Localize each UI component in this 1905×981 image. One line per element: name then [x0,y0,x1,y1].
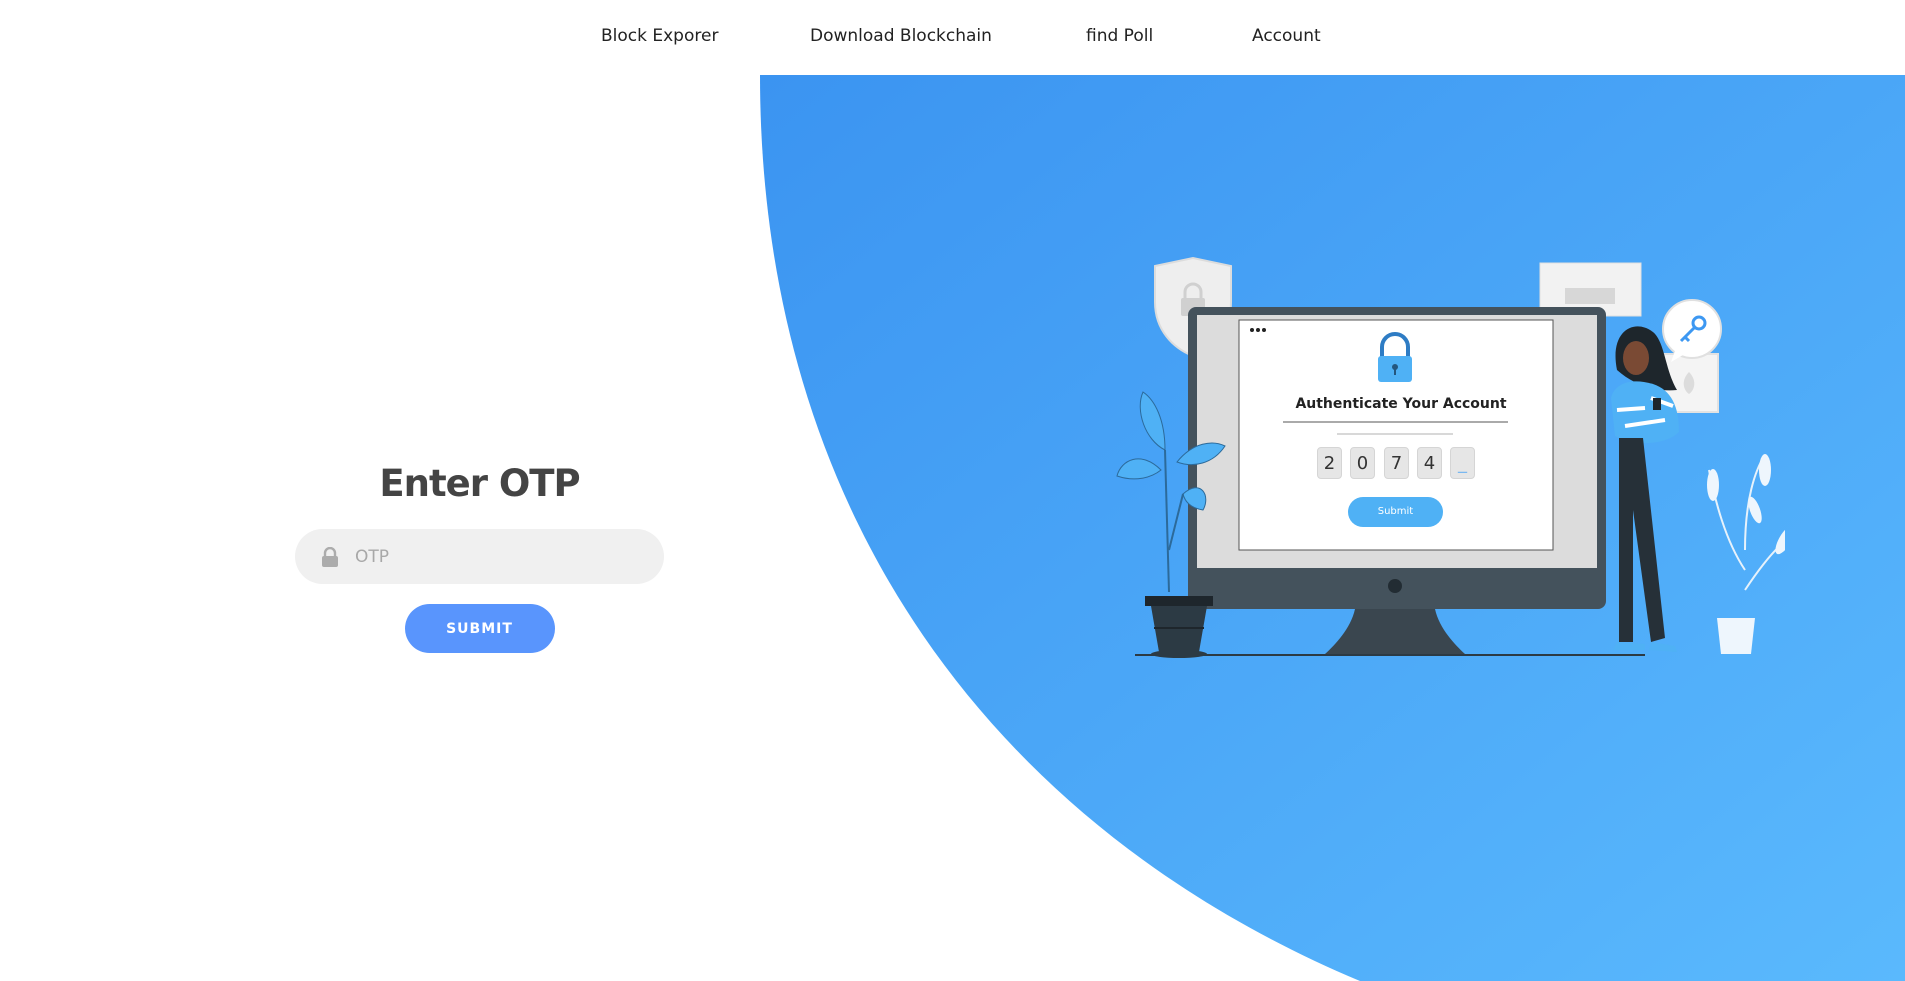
otp-form: Enter OTP SUBMIT [295,462,664,653]
otp-input[interactable] [355,529,645,584]
nav-account[interactable]: Account [1252,26,1321,46]
otp-digit: _ [1450,447,1475,479]
nav-find-poll[interactable]: find Poll [1086,26,1153,46]
otp-field[interactable] [295,529,664,584]
lock-icon [322,547,338,567]
top-nav: Block Exporer Download Blockchain find P… [0,0,1905,75]
nav-block-explorer[interactable]: Block Exporer [601,26,718,46]
key-icon [1662,299,1722,362]
otp-digit: 7 [1384,447,1409,479]
illustration-submit-button: Submit [1348,497,1443,527]
submit-button[interactable]: SUBMIT [404,604,555,653]
window-dots-icon [1250,328,1266,332]
otp-digit: 4 [1417,447,1442,479]
authentication-illustration [1116,256,1785,658]
otp-digit: 0 [1350,447,1375,479]
screen-title: Authenticate Your Account [1295,396,1507,412]
woman-figure [1611,326,1679,652]
nav-download-blockchain[interactable]: Download Blockchain [810,26,992,46]
page-title: Enter OTP [379,462,580,505]
otp-digit: 2 [1317,447,1342,479]
